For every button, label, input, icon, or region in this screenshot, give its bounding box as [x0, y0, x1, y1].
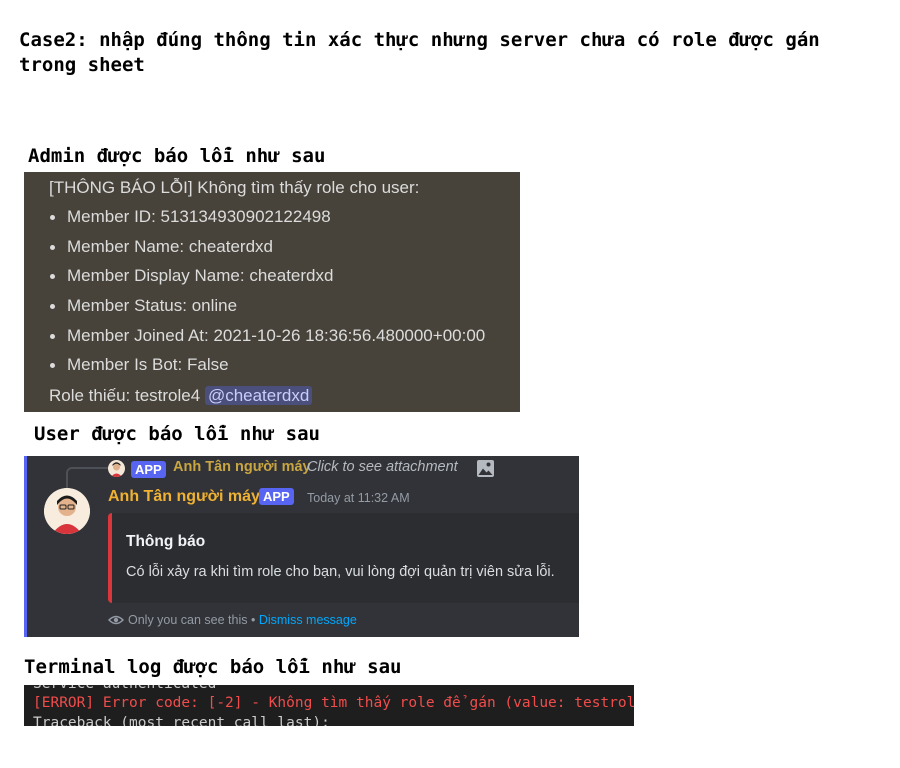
member-joined-item: Member Joined At: 2021-10-26 18:36:56.48…: [24, 325, 485, 355]
terminal-line: Traceback (most recent call last):: [33, 715, 330, 726]
reply-avatar[interactable]: [108, 460, 125, 477]
image-icon[interactable]: [476, 459, 495, 478]
embed-title: Thông báo: [126, 533, 206, 550]
embed-description: Có lỗi xảy ra khi tìm role cho bạn, vui …: [126, 564, 555, 580]
terminal-error-line: [ERROR] Error code: [-2] - Không tìm thấ…: [33, 695, 634, 711]
author-name[interactable]: Anh Tân người máy: [108, 488, 260, 506]
reply-attachment-link[interactable]: Click to see attachment: [307, 459, 458, 475]
timestamp[interactable]: Today at 11:32 AM: [307, 491, 410, 505]
role-missing-line: Role thiếu: testrole4 @cheaterdxd: [49, 385, 313, 407]
discord-message-panel: APP Anh Tân người máy Click to see attac…: [24, 456, 579, 637]
admin-caption: Admin được báo lỗi như sau: [28, 145, 326, 167]
highlight-bar: [24, 456, 27, 637]
terminal-log: Service authenticated [ERROR] Error code…: [24, 685, 634, 726]
embed-card: Thông báo Có lỗi xảy ra khi tìm role cho…: [108, 513, 579, 603]
page-title: Case2: nhập đúng thông tin xác thực nhưn…: [19, 29, 820, 76]
member-info-list: Member ID: 513134930902122498 Member Nam…: [24, 206, 485, 384]
app-badge: APP: [259, 488, 294, 505]
eye-icon: [107, 613, 125, 630]
admin-error-header: [THÔNG BÁO LỖI] Không tìm thấy role cho …: [49, 178, 420, 197]
terminal-caption: Terminal log được báo lỗi như sau: [24, 656, 402, 678]
role-missing-text: Role thiếu: testrole4: [49, 386, 201, 405]
avatar[interactable]: [44, 488, 90, 534]
member-display-name-item: Member Display Name: cheaterdxd: [24, 265, 485, 295]
terminal-line: Service authenticated: [33, 685, 216, 693]
member-status-item: Member Status: online: [24, 295, 485, 325]
reply-connector: [66, 467, 108, 491]
member-bot-item: Member Is Bot: False: [24, 354, 485, 384]
member-name-item: Member Name: cheaterdxd: [24, 236, 485, 266]
user-caption: User được báo lỗi như sau: [34, 423, 320, 445]
dismiss-message-link[interactable]: Dismiss message: [259, 613, 357, 627]
user-mention[interactable]: @cheaterdxd: [204, 386, 313, 405]
reply-author[interactable]: Anh Tân người máy: [173, 459, 311, 475]
ephemeral-text: Only you can see this •: [128, 613, 256, 627]
ephemeral-notice: Only you can see this • Dismiss message: [107, 613, 357, 630]
member-id-item: Member ID: 513134930902122498: [24, 206, 485, 236]
admin-error-panel: [THÔNG BÁO LỖI] Không tìm thấy role cho …: [24, 172, 520, 412]
reply-app-badge: APP: [131, 461, 166, 478]
